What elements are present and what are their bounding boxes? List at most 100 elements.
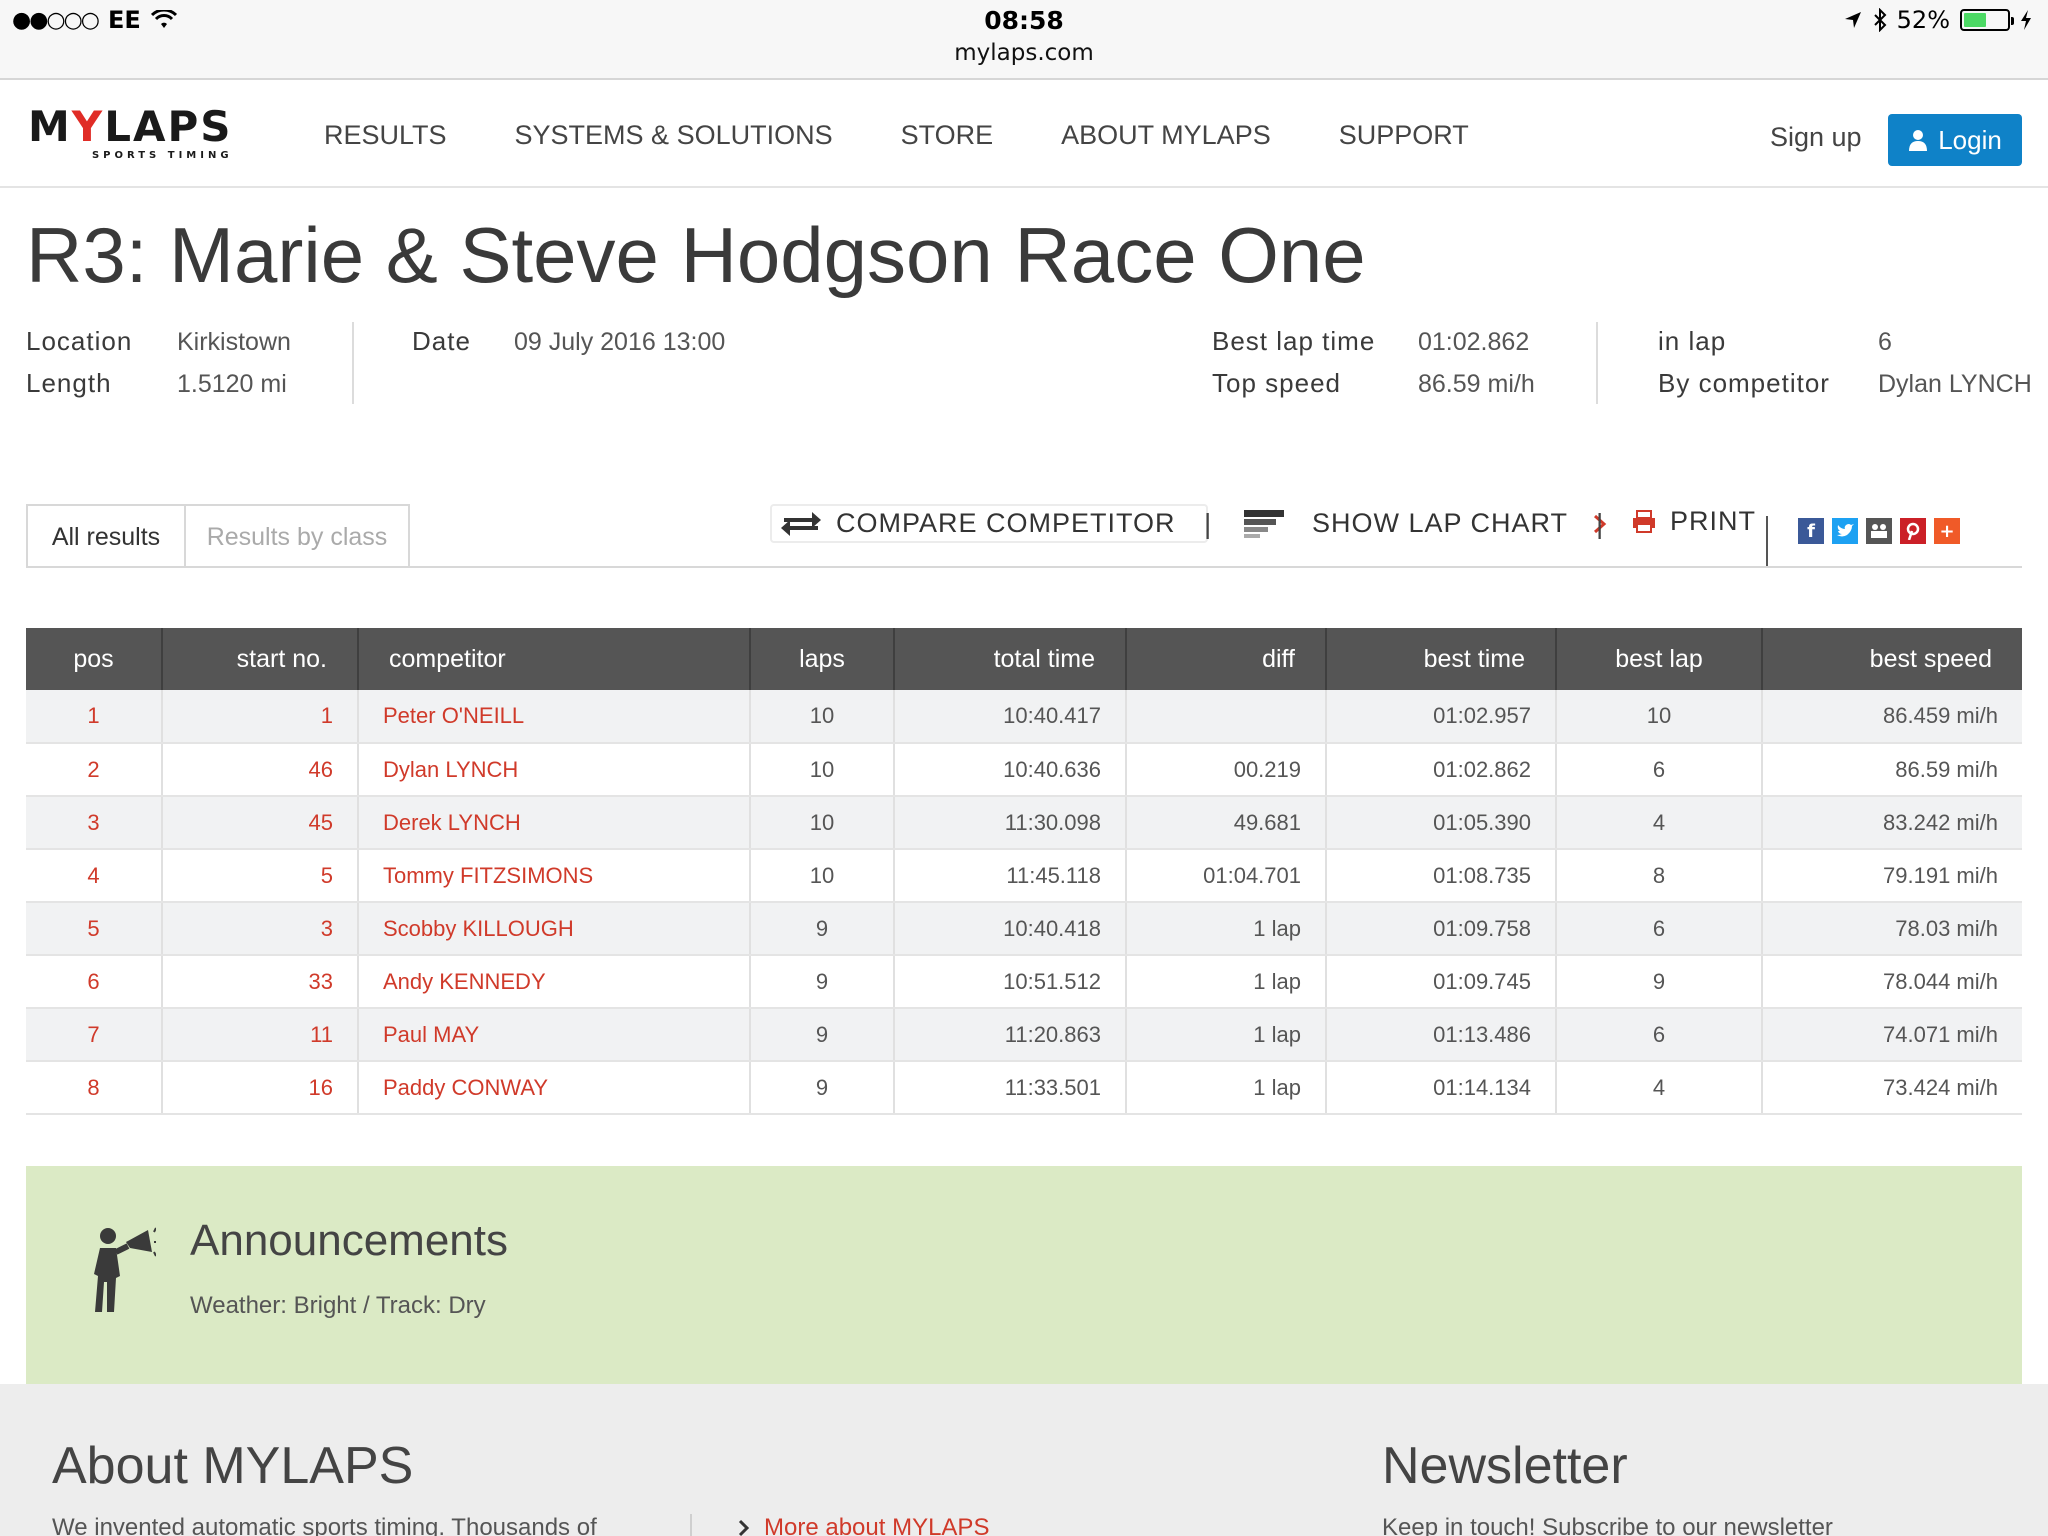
results-table: pos start no. competitor laps total time… <box>26 628 2022 1115</box>
cell-total-time: 11:33.501 <box>894 1061 1127 1115</box>
cell-pos: 3 <box>26 796 163 850</box>
cell-best-lap: 6 <box>1556 902 1763 956</box>
nav-support[interactable]: SUPPORT <box>1339 120 1469 151</box>
col-start-no[interactable]: start no. <box>162 628 359 690</box>
cell-start-no: 11 <box>162 1008 359 1062</box>
top-speed-label: Top speed <box>1212 368 1341 398</box>
cell-best-lap: 6 <box>1556 743 1763 797</box>
cell-competitor[interactable]: Dylan LYNCH <box>358 743 751 797</box>
table-row[interactable]: 6 33 Andy KENNEDY 9 10:51.512 1 lap 01:09.745 9… <box>26 955 2022 1009</box>
table-row[interactable]: 2 46 Dylan LYNCH 10 10:40.636 00.219 01:02.862… <box>26 743 2022 797</box>
clock: 08:58 <box>984 6 1064 35</box>
table-row[interactable]: 3 45 Derek LYNCH 10 11:30.098 49.681 01:05.390… <box>26 796 2022 850</box>
cell-laps: 10 <box>750 849 895 903</box>
cell-start-no: 45 <box>162 796 359 850</box>
cell-pos: 1 <box>26 690 163 744</box>
col-diff[interactable]: diff <box>1126 628 1327 690</box>
cell-diff: 1 lap <box>1126 1061 1327 1115</box>
lap-chart-icon <box>1244 509 1284 538</box>
cell-total-time: 11:45.118 <box>894 849 1127 903</box>
col-total-time[interactable]: total time <box>894 628 1127 690</box>
cell-laps: 10 <box>750 743 895 797</box>
print-button[interactable]: PRINT <box>1632 506 1756 537</box>
newsletter-title: Newsletter <box>1382 1437 1628 1495</box>
col-best-speed[interactable]: best speed <box>1762 628 2022 690</box>
table-row[interactable]: 4 5 Tommy FITZSIMONS 10 11:45.118 01:04.701 01… <box>26 849 2022 903</box>
logo-tagline: SPORTS TIMING <box>91 150 233 161</box>
cell-laps: 10 <box>750 690 895 744</box>
results-tabs: All results Results by class <box>26 504 410 568</box>
address-bar-url[interactable]: mylaps.com <box>0 40 2048 66</box>
cell-competitor[interactable]: Tommy FITZSIMONS <box>358 849 751 903</box>
cell-competitor[interactable]: Peter O'NEILL <box>358 690 751 744</box>
col-laps[interactable]: laps <box>750 628 895 690</box>
battery-percentage: 52% <box>1896 6 1950 34</box>
tab-all-results[interactable]: All results <box>26 504 186 568</box>
login-button[interactable]: Login <box>1888 114 2022 166</box>
print-label: PRINT <box>1670 506 1756 536</box>
cell-best-lap: 10 <box>1556 690 1763 744</box>
col-best-lap[interactable]: best lap <box>1556 628 1763 690</box>
compare-competitor-button[interactable]: COMPARE COMPETITOR <box>770 504 1208 543</box>
pinterest-icon[interactable] <box>1900 518 1926 544</box>
cell-total-time: 11:20.863 <box>894 1008 1127 1062</box>
cell-total-time: 10:40.636 <box>894 743 1127 797</box>
col-competitor[interactable]: competitor <box>358 628 751 690</box>
myspace-icon[interactable] <box>1866 518 1892 544</box>
table-row[interactable]: 5 3 Scobby KILLOUGH 9 10:40.418 1 lap 01:09.75… <box>26 902 2022 956</box>
nav-store[interactable]: STORE <box>901 120 994 151</box>
cell-competitor[interactable]: Derek LYNCH <box>358 796 751 850</box>
location-arrow-icon <box>1844 12 1861 28</box>
cell-start-no: 1 <box>162 690 359 744</box>
cell-start-no: 46 <box>162 743 359 797</box>
compare-box: COMPARE COMPETITOR <box>770 504 1208 543</box>
location-value: Kirkistown <box>177 328 291 356</box>
cell-competitor[interactable]: Scobby KILLOUGH <box>358 902 751 956</box>
nav-systems-solutions[interactable]: SYSTEMS & SOLUTIONS <box>515 120 833 151</box>
twitter-icon[interactable] <box>1832 518 1858 544</box>
nav-about-mylaps[interactable]: ABOUT MYLAPS <box>1061 120 1271 151</box>
cell-pos: 8 <box>26 1061 163 1115</box>
cell-diff: 1 lap <box>1126 1008 1327 1062</box>
mylaps-logo[interactable]: MYLAPS SPORTS TIMING <box>28 102 233 162</box>
length-label: Length <box>26 368 112 398</box>
tab-results-by-class[interactable]: Results by class <box>186 504 410 568</box>
twitter-bird-shape <box>1837 524 1854 537</box>
cell-pos: 6 <box>26 955 163 1009</box>
table-row[interactable]: 7 11 Paul MAY 9 11:20.863 1 lap 01:13.486 6 74.0… <box>26 1008 2022 1062</box>
facebook-icon[interactable]: f <box>1798 518 1824 544</box>
col-best-time[interactable]: best time <box>1326 628 1557 690</box>
cell-best-lap: 4 <box>1556 1061 1763 1115</box>
cell-best-time: 01:14.134 <box>1326 1061 1557 1115</box>
cell-competitor[interactable]: Paul MAY <box>358 1008 751 1062</box>
cell-diff: 1 lap <box>1126 955 1327 1009</box>
cell-best-time: 01:02.957 <box>1326 690 1557 744</box>
table-row[interactable]: 1 1 Peter O'NEILL 10 10:40.417 01:02.957 10 86.… <box>26 690 2022 744</box>
cell-competitor[interactable]: Paddy CONWAY <box>358 1061 751 1115</box>
add-share-icon[interactable]: + <box>1934 518 1960 544</box>
logo-wordmark: MYLAPS <box>28 102 233 151</box>
swap-arrows-icon <box>781 511 821 536</box>
date-value: 09 July 2016 13:00 <box>514 328 726 356</box>
col-pos[interactable]: pos <box>26 628 163 690</box>
cell-best-time: 01:02.862 <box>1326 743 1557 797</box>
cell-competitor[interactable]: Andy KENNEDY <box>358 955 751 1009</box>
cell-laps: 10 <box>750 796 895 850</box>
cell-start-no: 5 <box>162 849 359 903</box>
newsletter-text: Keep in touch! Subscribe to our newslett… <box>1382 1514 1833 1536</box>
more-about-link[interactable]: More about MYLAPS <box>738 1514 989 1536</box>
show-lap-chart-button[interactable]: SHOW LAP CHART <box>1244 508 1608 539</box>
cell-best-lap: 9 <box>1556 955 1763 1009</box>
signup-link[interactable]: Sign up <box>1770 122 1862 153</box>
status-right: 52% <box>1843 6 2032 34</box>
in-lap-label: in lap <box>1658 326 1727 356</box>
by-competitor-value: Dylan LYNCH <box>1878 370 2032 398</box>
cell-diff: 49.681 <box>1126 796 1327 850</box>
page-title: R3: Marie & Steve Hodgson Race One <box>26 211 1366 299</box>
cell-best-speed: 74.071 mi/h <box>1762 1008 2022 1062</box>
chevron-right-icon <box>738 1519 750 1536</box>
cell-total-time: 10:40.418 <box>894 902 1127 956</box>
nav-results[interactable]: RESULTS <box>324 120 447 151</box>
cell-laps: 9 <box>750 902 895 956</box>
table-row[interactable]: 8 16 Paddy CONWAY 9 11:33.501 1 lap 01:14.134 4… <box>26 1061 2022 1115</box>
